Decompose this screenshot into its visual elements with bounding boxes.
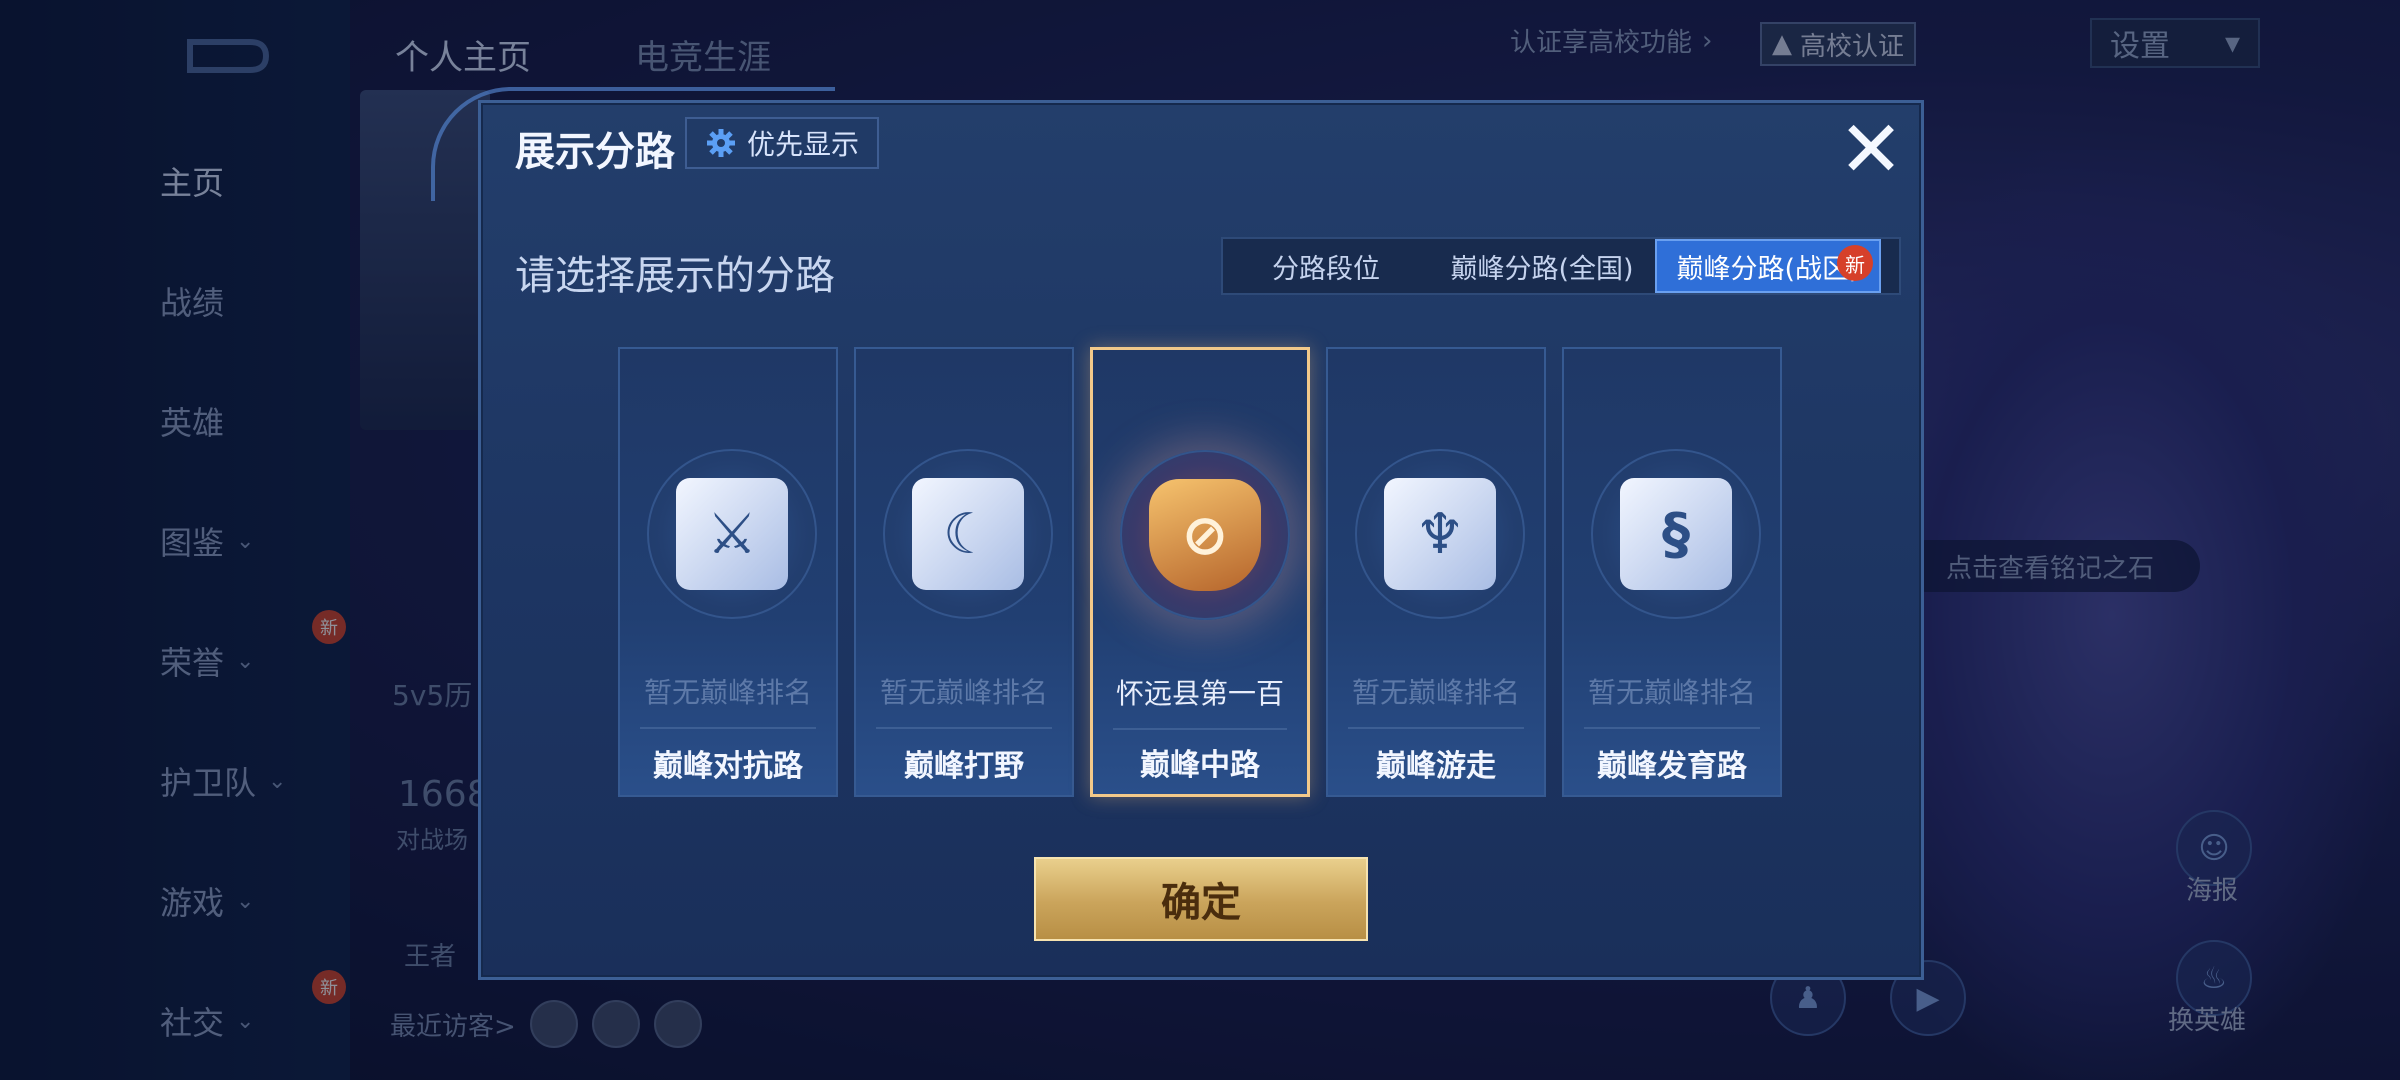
lane-card-roam[interactable]: ♆ 暂无巅峰排名 巅峰游走 — [1326, 347, 1546, 797]
confirm-button[interactable]: 确定 — [1034, 857, 1368, 941]
lane-rank-text: 暂无巅峰排名 — [1351, 676, 1520, 709]
dialog-subtitle: 请选择展示的分路 — [515, 253, 835, 299]
divider — [1584, 727, 1760, 729]
wings-lane-icon: ♆ — [1384, 478, 1496, 590]
lane-name: 巅峰对抗路 — [653, 749, 803, 784]
lane-name: 巅峰中路 — [1140, 748, 1260, 783]
dragon-lane-icon: ☾ — [912, 478, 1024, 590]
tab-peak-lane-national[interactable]: 巅峰分路(全国) — [1429, 239, 1655, 293]
lane-rank-text: 暂无巅峰排名 — [643, 676, 812, 709]
lane-card-mid[interactable]: ⊘ 怀远县第一百 巅峰中路 — [1090, 347, 1310, 797]
lane-card-list: ⚔ 暂无巅峰排名 巅峰对抗路 ☾ 暂无巅峰排名 巅峰打野 ⊘ 怀远县第一百 巅峰… — [618, 347, 1782, 797]
lane-card-jungle[interactable]: ☾ 暂无巅峰排名 巅峰打野 — [854, 347, 1074, 797]
lane-category-tabs: 分路段位 巅峰分路(全国) 巅峰分路(战区) 新 — [1221, 237, 1901, 295]
marksman-lane-icon: § — [1620, 478, 1732, 590]
close-icon[interactable]: ✕ — [1831, 111, 1911, 191]
lane-rank-text: 暂无巅峰排名 — [1587, 676, 1756, 709]
divider — [876, 727, 1052, 729]
divider — [1348, 727, 1524, 729]
sword-lane-icon: ⚔ — [676, 478, 788, 590]
gear-icon — [707, 129, 735, 157]
new-badge: 新 — [1837, 245, 1873, 281]
dialog-title: 展示分路 — [515, 129, 675, 175]
lane-rank-text: 怀远县第一百 — [1115, 677, 1284, 710]
lane-name: 巅峰打野 — [904, 749, 1024, 784]
lane-card-top[interactable]: ⚔ 暂无巅峰排名 巅峰对抗路 — [618, 347, 838, 797]
lane-card-farm[interactable]: § 暂无巅峰排名 巅峰发育路 — [1562, 347, 1782, 797]
mid-lane-shield-icon: ⊘ — [1149, 479, 1261, 591]
lane-display-dialog: 展示分路 优先显示 ✕ 请选择展示的分路 分路段位 巅峰分路(全国) 巅峰分路(… — [431, 87, 1924, 980]
divider — [640, 727, 816, 729]
divider — [1113, 728, 1287, 730]
lane-name: 巅峰发育路 — [1597, 749, 1747, 784]
tab-lane-rank[interactable]: 分路段位 — [1223, 239, 1429, 293]
lane-name: 巅峰游走 — [1376, 749, 1496, 784]
lane-rank-text: 暂无巅峰排名 — [879, 676, 1048, 709]
priority-display-button[interactable]: 优先显示 — [685, 117, 880, 169]
tab-peak-lane-region[interactable]: 巅峰分路(战区) 新 — [1655, 239, 1881, 293]
